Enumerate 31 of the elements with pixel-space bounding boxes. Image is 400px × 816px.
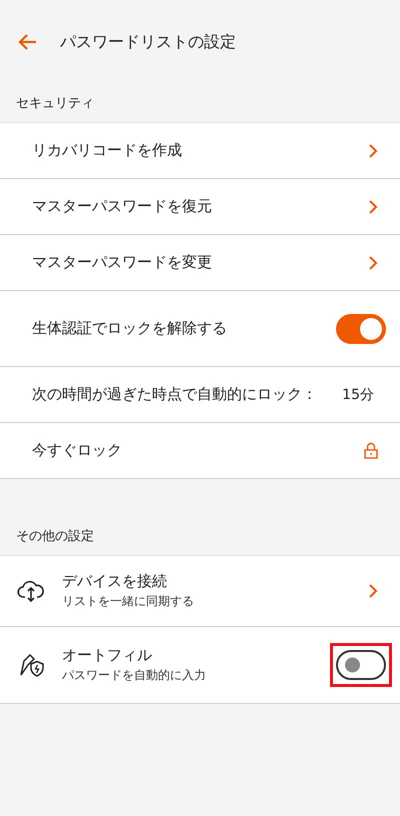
chevron-right-icon[interactable] [368,198,378,214]
row-label: マスターパスワードを変更 [32,253,213,272]
settings-row[interactable]: 次の時間が過ぎた時点で自動的にロック： 15分 [0,367,400,423]
row-label: 次の時間が過ぎた時点で自動的にロック： [32,385,318,404]
section-header: セキュリティ [15,95,95,113]
settings-row[interactable]: 生体認証でロックを解除する [0,291,400,367]
row-label: オートフィル [62,646,153,665]
toggle-switch[interactable] [336,650,386,680]
row-label: 生体認証でロックを解除する [32,319,228,338]
row-label: 今すぐロック [32,441,123,460]
page-title: パスワードリストの設定 [60,32,236,52]
settings-row[interactable]: デバイスを接続 リストを一緒に同期する [0,556,400,627]
chevron-right-icon[interactable] [368,254,378,270]
row-subtitle: パスワードを自動的に入力 [62,667,207,684]
lock-time-value[interactable]: 15分 [342,386,374,404]
row-label: リカバリコードを作成 [32,141,183,160]
chevron-right-icon[interactable] [368,142,378,158]
pen-shield-icon [18,652,44,678]
chevron-right-icon[interactable] [368,583,378,599]
lock-icon[interactable] [364,442,378,459]
settings-row[interactable]: マスターパスワードを復元 [0,179,400,235]
row-label: マスターパスワードを復元 [32,197,213,216]
toggle-switch[interactable] [336,314,386,344]
row-label: デバイスを接続 [62,572,168,591]
cloud-sync-icon [17,579,45,603]
section-header: その他の設定 [15,528,95,546]
settings-row[interactable]: リカバリコードを作成 [0,123,400,179]
settings-row[interactable]: 今すぐロック [0,423,400,479]
settings-row[interactable]: オートフィル パスワードを自動的に入力 [0,627,400,704]
row-subtitle: リストを一緒に同期する [62,593,195,610]
settings-row[interactable]: マスターパスワードを変更 [0,235,400,291]
